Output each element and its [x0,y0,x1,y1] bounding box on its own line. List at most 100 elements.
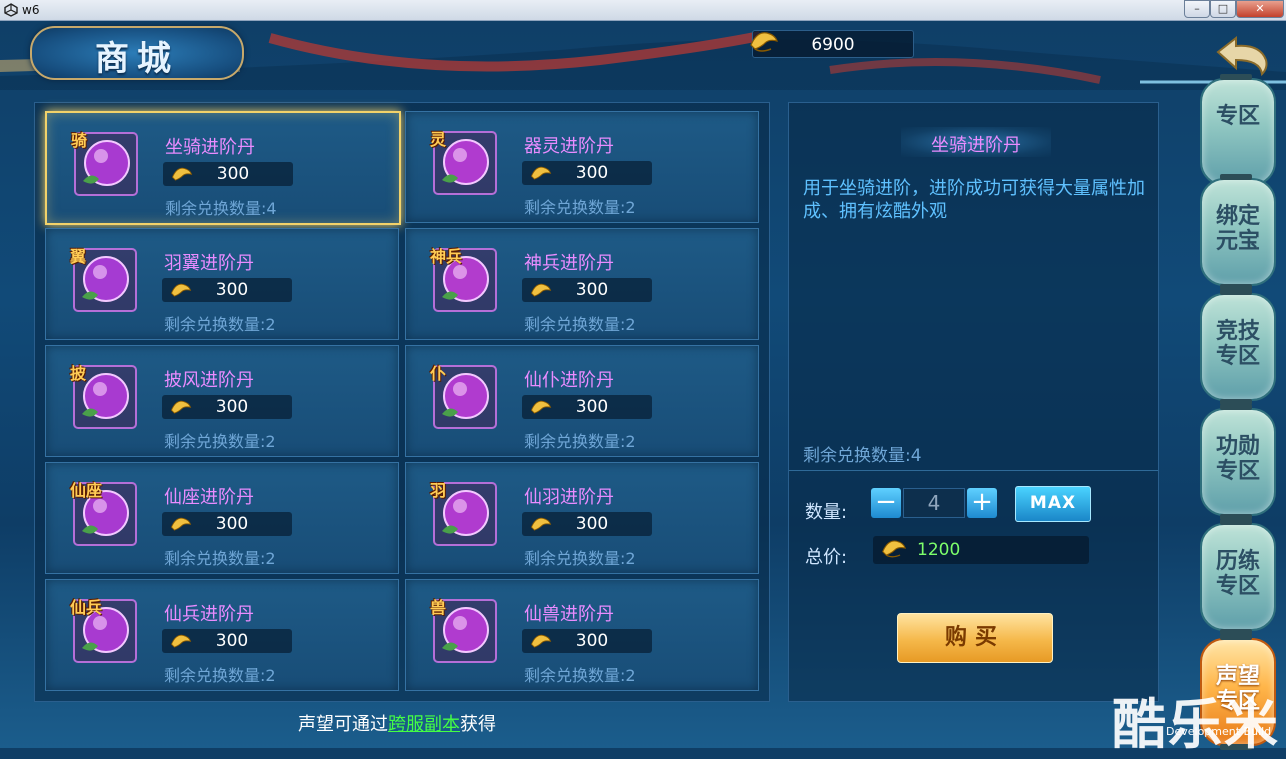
item-card[interactable]: 灵 器灵进阶丹 300 剩余兑换数量:2 [405,111,759,223]
development-build-label: Development Build [1166,725,1272,738]
gold-ingot-icon [530,283,552,297]
item-name: 仙羽进阶丹 [524,487,614,508]
buy-button[interactable]: 购买 [897,613,1053,663]
item-name: 器灵进阶丹 [524,136,614,157]
item-name: 披风进阶丹 [164,370,254,391]
item-card[interactable]: 仙座 仙座进阶丹 300 剩余兑换数量:2 [45,462,399,574]
site-watermark: 酷乐米 [1112,693,1280,756]
item-remaining-count: 剩余兑换数量:2 [164,549,276,568]
detail-description: 用于坐骑进阶，进阶成功可获得大量属性加成、拥有炫酷外观 [803,178,1145,222]
item-type-tag: 羽 [430,481,447,500]
item-card[interactable]: 仙兵 仙兵进阶丹 300 剩余兑换数量:2 [45,579,399,691]
item-type-tag: 兽 [430,598,447,617]
back-arrow-icon[interactable] [1210,34,1274,78]
cross-server-dungeon-link[interactable]: 跨服副本 [388,714,460,735]
item-card[interactable]: 神兵 神兵进阶丹 300 剩余兑换数量:2 [405,228,759,340]
gold-ingot-icon [530,400,552,414]
item-remaining-count: 剩余兑换数量:2 [524,666,636,685]
item-remaining-count: 剩余兑换数量:2 [524,315,636,334]
item-name: 仙仆进阶丹 [524,370,614,391]
item-card[interactable]: 披 披风进阶丹 300 剩余兑换数量:2 [45,345,399,457]
item-price: 300 [522,278,652,302]
gold-ingot-icon [530,166,552,180]
item-remaining-count: 剩余兑换数量:2 [524,432,636,451]
tab-lantern[interactable]: 专区 [1200,74,1276,190]
item-price-value: 300 [215,280,249,300]
item-type-tag: 骑 [71,131,88,150]
item-type-tag: 仙兵 [70,598,103,617]
item-remaining-count: 剩余兑换数量:4 [165,199,277,218]
category-tabs: 专区 绑定 元宝 竞技 专区 功勋 专区 历练 专区 声望 专区 [1170,74,1286,750]
unity-app-icon [4,3,18,17]
window-title: w6 [22,3,40,17]
detail-title-plate: 坐骑进阶丹 [901,127,1051,157]
item-price-value: 300 [575,514,609,534]
gold-ingot-icon [882,540,907,558]
item-card[interactable]: 仆 仙仆进阶丹 300 剩余兑换数量:2 [405,345,759,457]
item-name: 神兵进阶丹 [524,253,614,274]
item-price: 300 [522,161,652,185]
item-card[interactable]: 兽 仙兽进阶丹 300 剩余兑换数量:2 [405,579,759,691]
total-price-value: 1200 [917,540,961,560]
tab-label: 专区 [1215,103,1260,129]
shop-header: 商城 6900 [0,20,1286,90]
currency-display: 6900 [750,30,914,58]
tab-lantern[interactable]: 绑定 元宝 [1200,174,1276,290]
divider [789,470,1158,471]
item-name: 仙座进阶丹 [164,487,254,508]
tab-label: 功勋 专区 [1215,433,1260,484]
item-price-value: 300 [575,280,609,300]
tab-label: 绑定 元宝 [1215,203,1260,254]
item-detail-panel: 坐骑进阶丹 用于坐骑进阶，进阶成功可获得大量属性加成、拥有炫酷外观 剩余兑换数量… [788,102,1159,702]
detail-remaining-count: 剩余兑换数量:4 [803,446,922,466]
tab-lantern[interactable]: 历练 专区 [1200,519,1276,635]
page-title: 商城 [95,39,179,79]
maximize-button[interactable]: □ [1210,0,1236,18]
item-name: 仙兵进阶丹 [164,604,254,625]
item-price: 300 [522,395,652,419]
item-price-value: 300 [215,631,249,651]
tab-label: 竞技 专区 [1215,318,1260,369]
quantity-input[interactable]: 4 [903,488,965,518]
tab-lantern[interactable]: 功勋 专区 [1200,404,1276,520]
item-remaining-count: 剩余兑换数量:2 [164,666,276,685]
item-list-panel[interactable]: 骑 坐骑进阶丹 300 剩余兑换数量:4 灵 器灵进阶丹 300 剩余兑换数量:2 翼 羽翼进阶丹… [34,102,770,702]
close-window-button[interactable]: ✕ [1236,0,1284,18]
item-remaining-count: 剩余兑换数量:2 [524,198,636,217]
reputation-hint-suffix: 获得 [460,714,496,735]
gold-ingot-icon [170,283,192,297]
reputation-hint-prefix: 声望可通过 [298,714,388,735]
item-remaining-count: 剩余兑换数量:2 [164,315,276,334]
item-price: 300 [162,512,292,536]
total-price-label: 总价: [805,547,848,568]
item-price: 300 [162,629,292,653]
item-price-value: 300 [215,514,249,534]
gold-ingot-icon [530,634,552,648]
item-card[interactable]: 羽 仙羽进阶丹 300 剩余兑换数量:2 [405,462,759,574]
max-quantity-button[interactable]: MAX [1015,486,1091,522]
item-card[interactable]: 翼 羽翼进阶丹 300 剩余兑换数量:2 [45,228,399,340]
currency-amount: 6900 [811,35,855,55]
gold-ingot-icon [530,517,552,531]
item-name: 坐骑进阶丹 [165,137,255,158]
quantity-plus-button[interactable]: + [967,488,997,518]
gold-ingot-icon [170,400,192,414]
item-card[interactable]: 骑 坐骑进阶丹 300 剩余兑换数量:4 [45,111,401,225]
item-price: 300 [522,512,652,536]
item-price: 300 [162,278,292,302]
quantity-minus-button[interactable]: − [871,488,901,518]
gold-ingot-icon [171,167,193,181]
item-name: 仙兽进阶丹 [524,604,614,625]
quantity-label: 数量: [805,502,848,523]
reputation-hint: 声望可通过跨服副本获得 [298,710,496,736]
item-type-tag: 翼 [70,247,87,266]
detail-item-name: 坐骑进阶丹 [931,135,1021,156]
item-price: 300 [162,395,292,419]
item-price-value: 300 [575,631,609,651]
item-type-tag: 神兵 [430,247,463,266]
item-price-value: 300 [575,163,609,183]
tab-lantern[interactable]: 竞技 专区 [1200,289,1276,405]
gold-ingot-icon [170,634,192,648]
minimize-button[interactable]: – [1184,0,1210,18]
item-price: 300 [163,162,293,186]
